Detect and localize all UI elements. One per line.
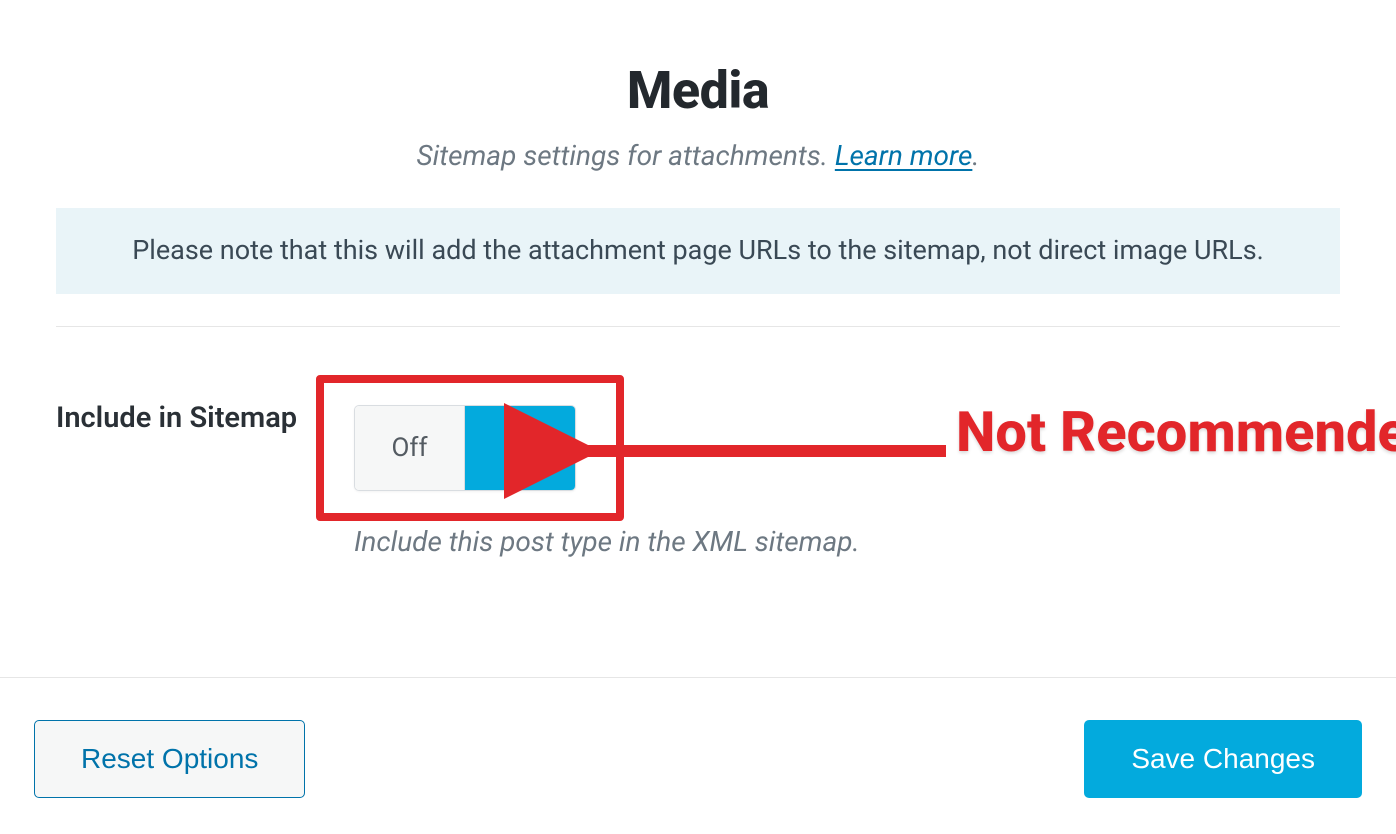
divider (56, 326, 1340, 327)
learn-more-link[interactable]: Learn more (835, 139, 973, 172)
footer-bar: Reset Options Save Changes (0, 677, 1396, 834)
toggle-off-button[interactable]: Off (355, 406, 465, 490)
subtitle-suffix: . (972, 139, 979, 172)
setting-label: Include in Sitemap (56, 375, 316, 438)
reset-options-button[interactable]: Reset Options (34, 720, 305, 798)
notice-box: Please note that this will add the attac… (56, 208, 1340, 294)
page-subtitle: Sitemap settings for attachments. Learn … (56, 139, 1340, 172)
toggle-on-button[interactable]: On (465, 406, 575, 490)
setting-row-include-sitemap: Include in Sitemap Off On Not Recommende… (56, 375, 1340, 558)
subtitle-prefix: Sitemap settings for attachments. (416, 139, 834, 172)
toggle-include-sitemap[interactable]: Off On (354, 405, 576, 491)
save-changes-button[interactable]: Save Changes (1084, 720, 1362, 798)
annotation-text: Not Recommended (956, 399, 1396, 465)
annotation-arrow-icon (616, 429, 956, 489)
page-title: Media (56, 60, 1340, 121)
setting-help-text: Include this post type in the XML sitema… (354, 525, 1340, 558)
